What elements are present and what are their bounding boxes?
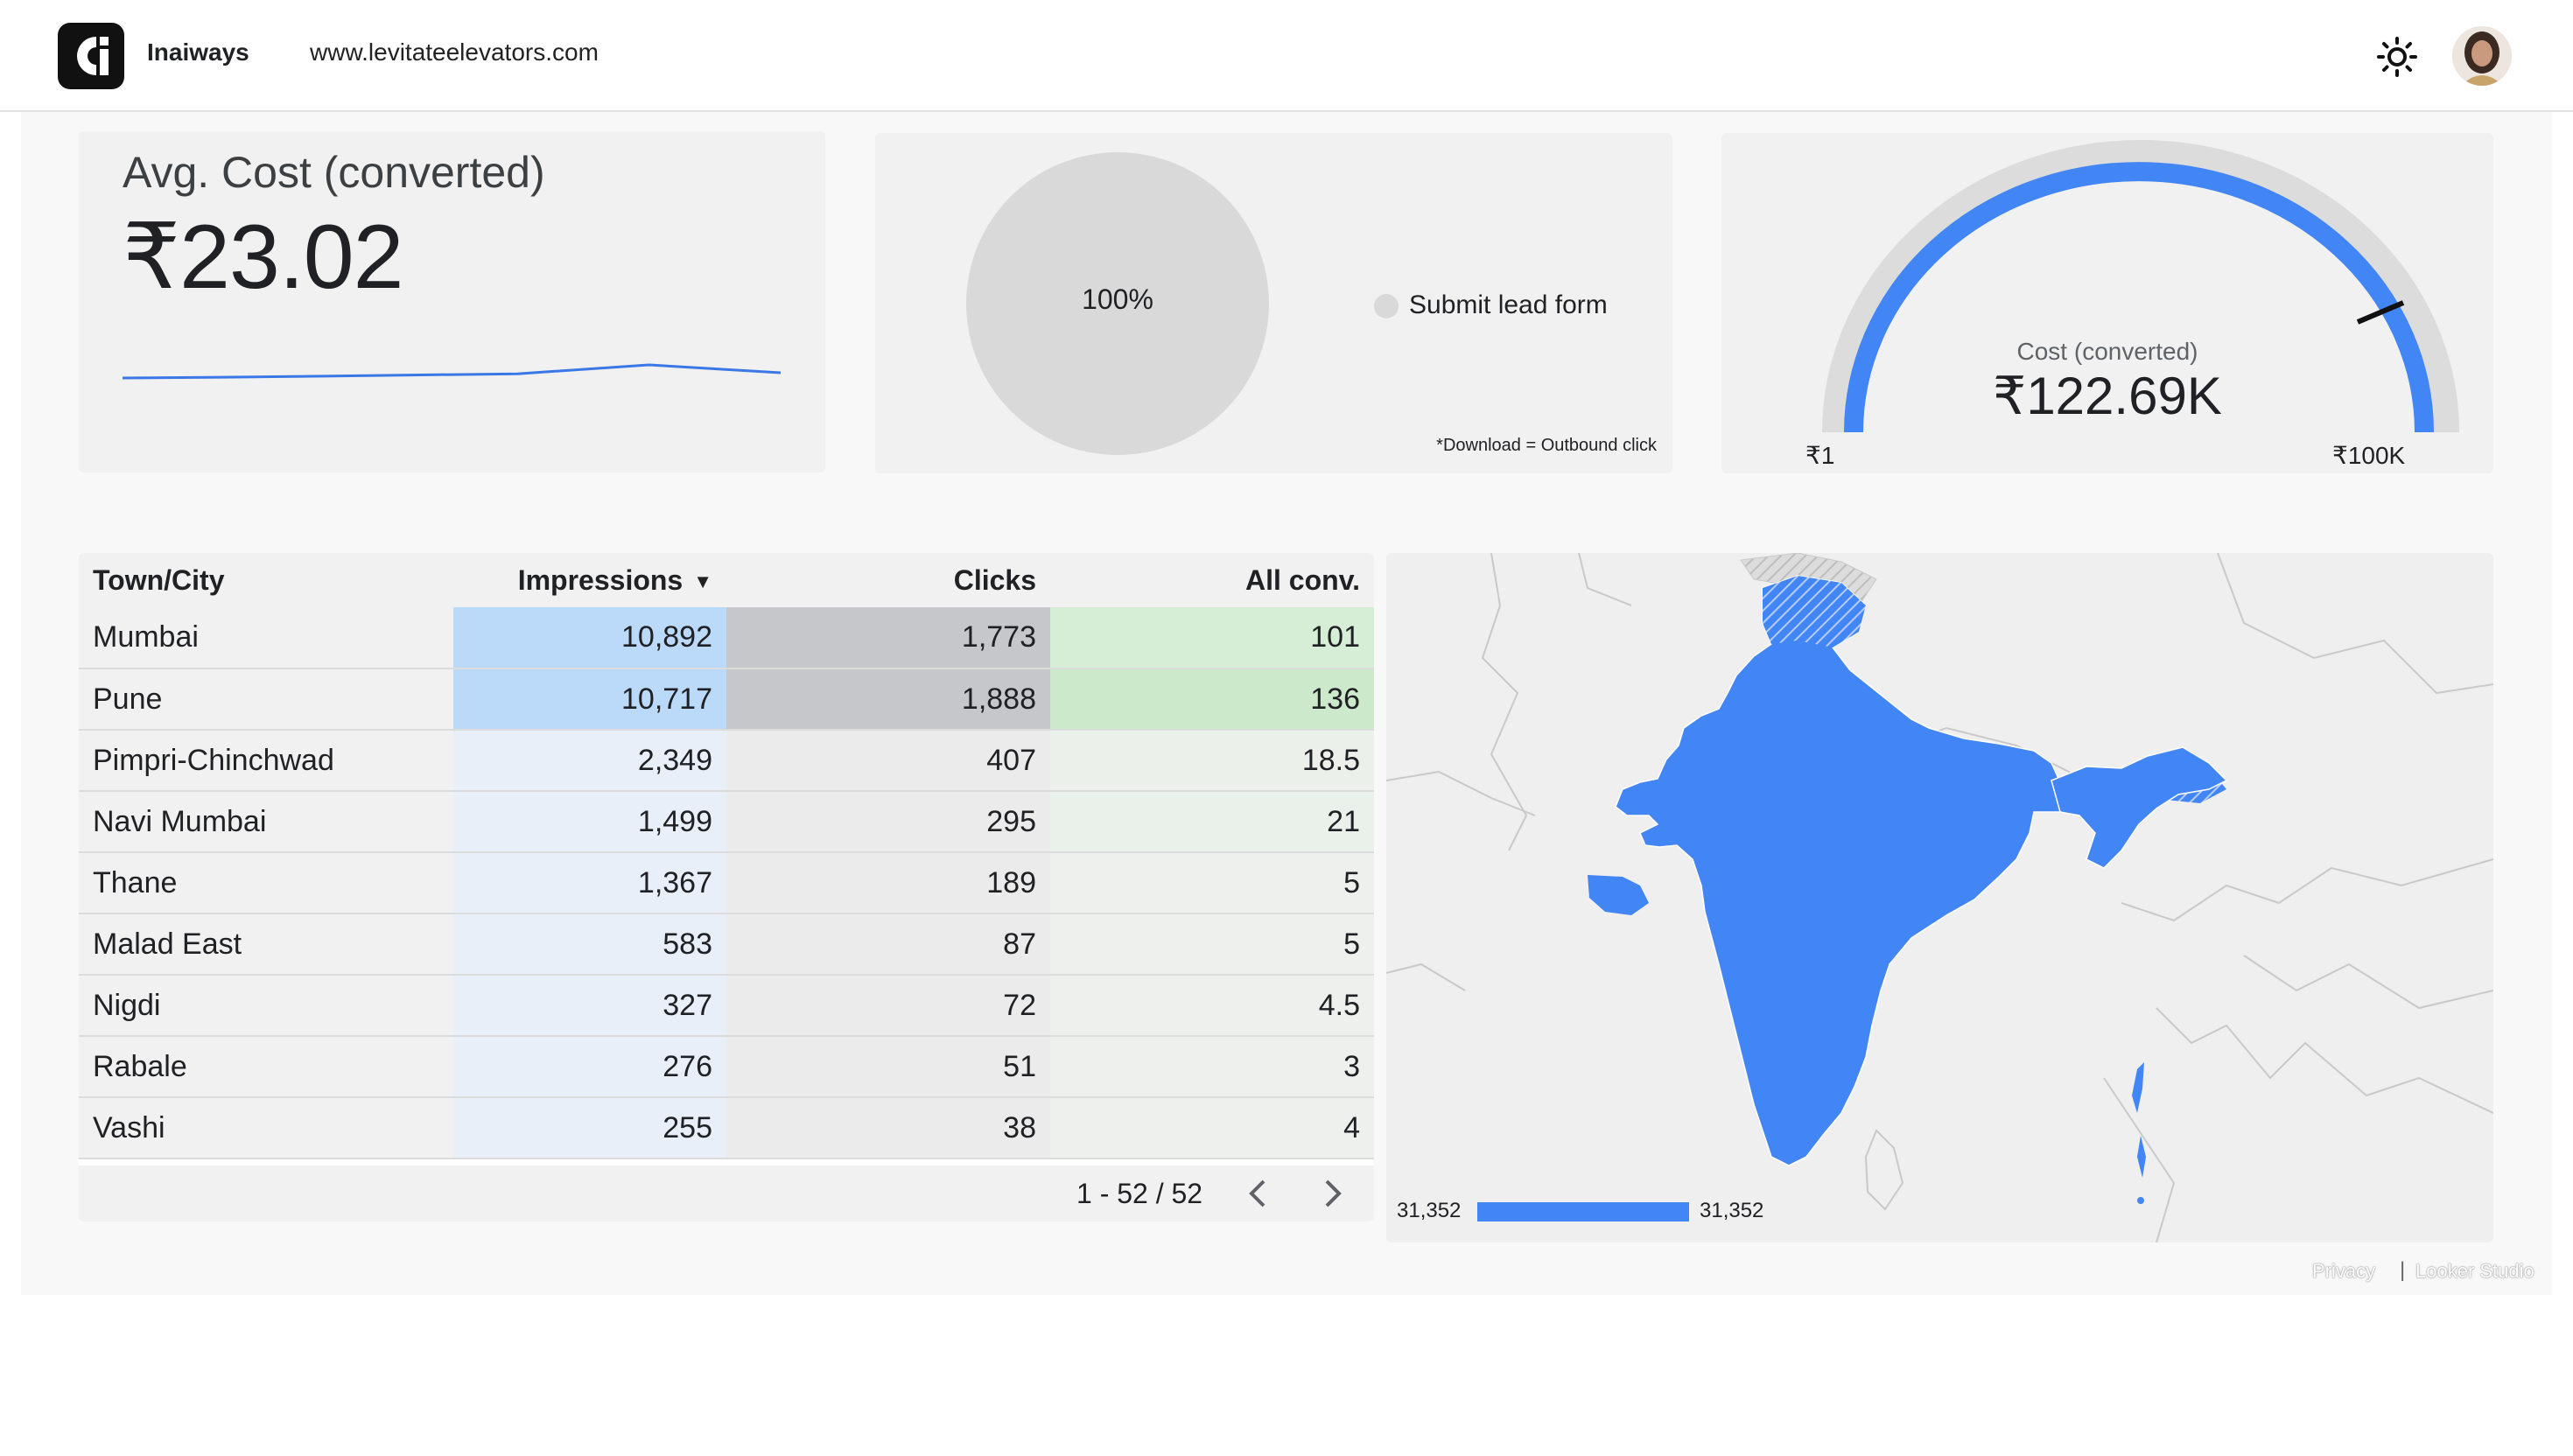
site-url: www.levitateelevators.com [310,38,599,66]
map-canvas[interactable] [1386,553,2493,1242]
cell-city: Pimpri-Chinchwad [79,730,453,792]
cell-conv: 21 [1050,791,1374,853]
cell-clicks: 87 [726,914,1050,976]
pager-range: 1 - 52 / 52 [1076,1178,1203,1209]
cell-impressions: 276 [453,1036,726,1098]
gauge-value: ₹122.69K [1993,367,2222,425]
conversion-pie-chart[interactable]: 100% Submit lead form *Download = Outbou… [875,133,1672,473]
avg-cost-scorecard[interactable]: Avg. Cost (converted) ₹23.02 [79,131,825,472]
column-header-impressions-label: Impressions [517,564,684,596]
map-legend-gradient [1477,1202,1689,1222]
cost-gauge[interactable]: Cost (converted) ₹122.69K ₹1 ₹100K [1721,133,2493,473]
cell-conv: 4 [1050,1097,1374,1159]
cell-conv: 4.5 [1050,975,1374,1037]
cell-clicks: 51 [726,1036,1050,1098]
table-row[interactable]: Mumbai 10,892 1,773 101 [79,607,1374,669]
data-table: Town/City Impressions ▼ Clicks All conv. … [79,553,1374,1159]
cell-city: Mumbai [79,607,453,669]
pie-legend-item[interactable]: Submit lead form [1374,290,1608,320]
looker-studio-link[interactable]: Looker Studio [2415,1260,2534,1283]
column-header-impressions[interactable]: Impressions ▼ [453,553,726,607]
cell-conv: 136 [1050,668,1374,731]
scorecard-label: Avg. Cost (converted) [123,148,545,197]
cell-conv: 101 [1050,607,1374,669]
table-row[interactable]: Thane 1,367 189 5 [79,852,1374,914]
cell-city: Nigdi [79,975,453,1037]
table-row[interactable]: Nigdi 327 72 4.5 [79,975,1374,1037]
table-row[interactable]: Pimpri-Chinchwad 2,349 407 18.5 [79,730,1374,792]
user-avatar[interactable] [2452,26,2512,86]
scorecard-sparkline [123,363,781,380]
cell-city: Navi Mumbai [79,791,453,853]
cell-impressions: 10,892 [453,607,726,669]
cell-impressions: 1,367 [453,852,726,914]
cell-clicks: 72 [726,975,1050,1037]
cell-clicks: 1,773 [726,607,1050,669]
cell-clicks: 295 [726,791,1050,853]
top-bar: Inaiways www.levitateelevators.com [0,0,2573,112]
brand-logo[interactable] [58,23,124,89]
cell-impressions: 583 [453,914,726,976]
privacy-link[interactable]: Privacy [2312,1260,2375,1283]
cell-clicks: 189 [726,852,1050,914]
next-page-icon[interactable] [1313,1174,1351,1213]
india-geo-map[interactable]: 31,352 31,352 [1386,553,2493,1242]
cell-clicks: 407 [726,730,1050,792]
cell-city: Thane [79,852,453,914]
map-legend-min: 31,352 [1397,1199,1462,1222]
cell-conv: 5 [1050,914,1374,976]
pie-slice[interactable]: 100% [966,152,1269,455]
table-pager: 1 - 52 / 52 [79,1166,1374,1222]
footer-separator: | [2400,1258,2406,1282]
cell-conv: 18.5 [1050,730,1374,792]
table-row[interactable]: Pune 10,717 1,888 136 [79,668,1374,731]
cell-impressions: 255 [453,1097,726,1159]
gauge-min-label: ₹1 [1805,442,1835,469]
cell-clicks: 38 [726,1097,1050,1159]
table-row[interactable]: Vashi 255 38 4 [79,1097,1374,1159]
map-legend-max: 31,352 [1700,1199,1764,1222]
gauge-label: Cost (converted) [2016,338,2198,365]
cell-city: Vashi [79,1097,453,1159]
sun-icon[interactable] [2375,35,2419,79]
cell-impressions: 327 [453,975,726,1037]
india-region [1615,575,2097,1166]
brand-name: Inaiways [147,38,249,66]
previous-page-icon[interactable] [1239,1174,1278,1213]
gauge-max-label: ₹100K [2332,442,2406,469]
pie-percentage: 100% [1082,284,1153,315]
pie-footnote: *Download = Outbound click [1436,436,1657,455]
column-header-clicks[interactable]: Clicks [726,553,1050,607]
cell-city: Malad East [79,914,453,976]
scorecard-value: ₹23.02 [123,206,403,308]
column-header-conv[interactable]: All conv. [1050,553,1374,607]
legend-label: Submit lead form [1409,290,1608,319]
cell-impressions: 2,349 [453,730,726,792]
cell-conv: 5 [1050,852,1374,914]
table-row[interactable]: Malad East 583 87 5 [79,914,1374,976]
sort-desc-icon: ▼ [693,570,712,593]
table-row[interactable]: Rabale 276 51 3 [79,1036,1374,1098]
cell-city: Pune [79,668,453,731]
table-body: Mumbai 10,892 1,773 101 Pune 10,717 1,888 136 Pi… [79,607,1374,1159]
cell-impressions: 10,717 [453,668,726,731]
legend-dot-icon [1374,294,1399,319]
cell-clicks: 1,888 [726,668,1050,731]
cell-conv: 3 [1050,1036,1374,1098]
city-table: Town/City Impressions ▼ Clicks All conv. … [79,553,1374,1222]
table-header-row: Town/City Impressions ▼ Clicks All conv. [79,553,1374,607]
cell-city: Rabale [79,1036,453,1098]
table-row[interactable]: Navi Mumbai 1,499 295 21 [79,791,1374,853]
column-header-city[interactable]: Town/City [79,553,453,607]
cell-impressions: 1,499 [453,791,726,853]
